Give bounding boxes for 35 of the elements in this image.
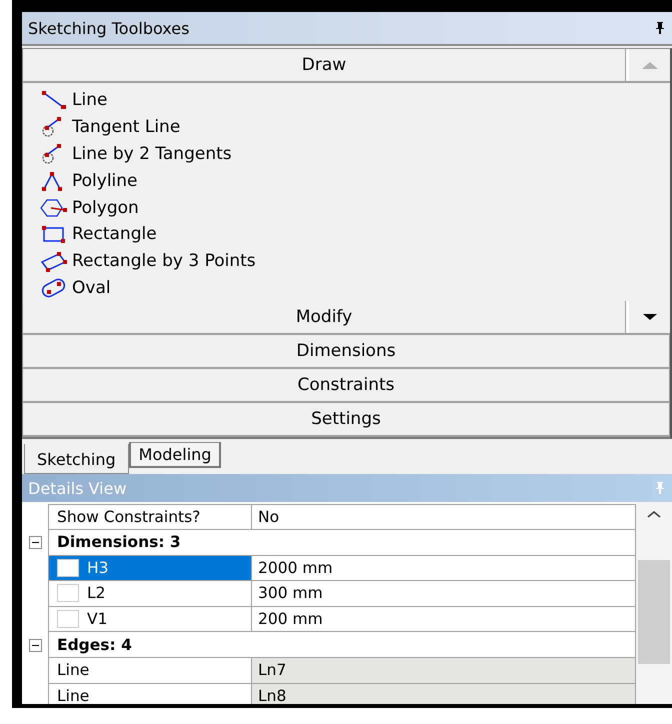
property-name[interactable]: Line (48, 658, 252, 684)
property-name[interactable]: L2 (48, 581, 252, 607)
property-value[interactable]: Ln8 (252, 684, 636, 704)
checkbox[interactable] (57, 610, 79, 628)
line-tool-icon (39, 89, 69, 112)
panel-title: Details View (28, 478, 127, 498)
collapse-toggle[interactable] (28, 536, 42, 550)
property-value[interactable]: 200 mm (252, 606, 636, 632)
polygon-tool-icon (39, 196, 69, 219)
property-name[interactable]: H3 (48, 556, 252, 582)
property-value[interactable]: 300 mm (252, 581, 636, 607)
panel-title: Sketching Toolboxes (28, 18, 190, 38)
tool-item[interactable]: Rectangle by 3 Points (39, 248, 670, 275)
tool-item[interactable]: Oval (39, 274, 670, 302)
property-value[interactable]: Ln7 (252, 658, 636, 684)
up-triangle-icon (640, 60, 660, 70)
property-name[interactable]: Show Constraints? (48, 504, 252, 530)
property-name[interactable]: V1 (48, 606, 252, 632)
property-value[interactable]: 2000 mm (252, 556, 636, 582)
chevron-up-icon[interactable] (647, 510, 661, 518)
checkbox[interactable] (57, 584, 79, 602)
tool-item[interactable]: Line by 2 Tangents (39, 140, 670, 168)
tool-item[interactable]: Line (39, 87, 670, 114)
property-value[interactable]: No (252, 504, 636, 530)
tool-item[interactable]: Tangent Line (39, 114, 670, 141)
tab[interactable]: Modeling (128, 442, 222, 468)
pin-icon[interactable] (654, 21, 666, 35)
tool-item[interactable]: Rectangle (39, 220, 670, 248)
scrollbar[interactable] (636, 502, 672, 704)
rect3-tool-icon (39, 250, 69, 272)
tab[interactable]: Sketching (24, 444, 129, 474)
checkbox[interactable] (57, 558, 79, 577)
tool-item[interactable]: Polyline (39, 167, 670, 194)
collapse-toggle[interactable] (28, 638, 42, 652)
tool-item[interactable]: Polygon (39, 194, 670, 221)
